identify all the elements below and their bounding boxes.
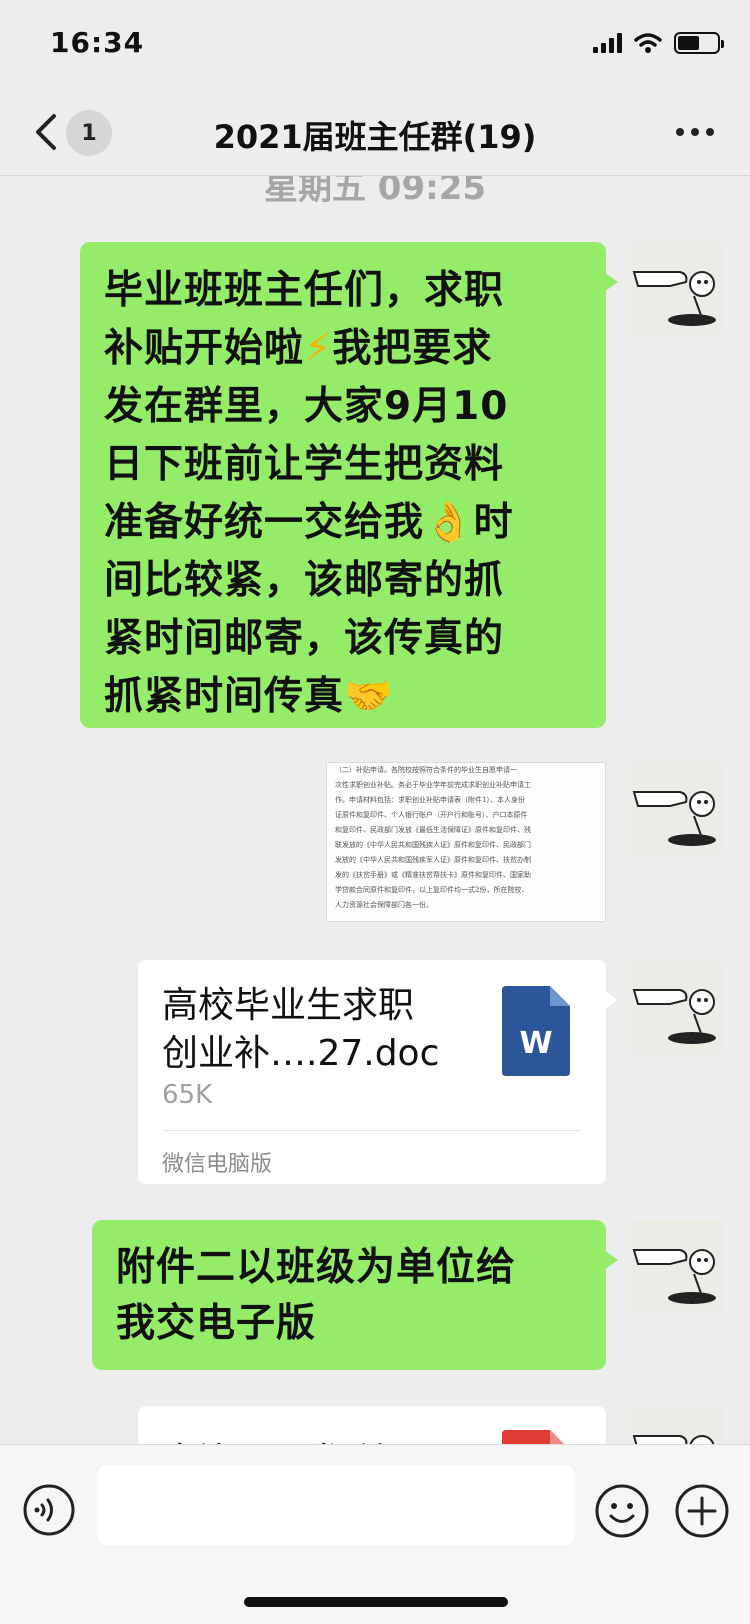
message-line: 附件二以班级为单位给 xyxy=(116,1245,517,1290)
signal-icon xyxy=(593,33,622,53)
avatar[interactable] xyxy=(630,762,724,856)
chat-header: 1 2021届班主任群(19) xyxy=(0,92,750,176)
document-text-line: 学贷款合同原件和复印件，以上复印件均一式2份，所在院校、 xyxy=(335,886,529,894)
message-line: 发在群里，大家9月10 xyxy=(104,384,509,429)
message-line: 间比较紧，该邮寄的抓 xyxy=(104,558,505,603)
file-source: 微信电脑版 xyxy=(162,1152,273,1177)
message-bubble-text[interactable]: 毕业班班主任们，求职 补贴开始啦⚡我把要求 发在群里，大家9月10 日下班前让学… xyxy=(80,242,618,728)
plus-icon[interactable] xyxy=(674,1483,730,1539)
ok-hand-emoji: 👌 xyxy=(424,500,474,545)
more-dots-icon[interactable] xyxy=(676,120,716,144)
document-text-line: 证原件和复印件、个人银行账户（开户行和账号）、户口本原件 xyxy=(335,811,528,819)
document-text-line: 发放的《中华人民共和国残疾军人证》原件和复印件、扶贫办制 xyxy=(335,856,531,864)
message-line: 毕业班班主任们，求职 xyxy=(104,268,505,313)
avatar[interactable] xyxy=(630,960,724,1054)
document-text-line: 发的《扶贫手册》或《精准扶贫帮扶卡》原件和复印件、国家助 xyxy=(335,871,531,879)
document-text-line: 次性求职创业补贴。务必于毕业学年前完成求职创业补贴申请工 xyxy=(335,781,531,789)
message-line: 紧时间邮寄，该传真的 xyxy=(104,616,505,661)
document-text-line: （二）补贴申请。各院校按照符合条件的毕业生自愿申请一 xyxy=(335,766,517,774)
handshake-emoji: 🤝 xyxy=(344,674,394,719)
message-line: 我交电子版 xyxy=(116,1301,317,1346)
avatar[interactable] xyxy=(630,1220,724,1314)
emoji-icon[interactable] xyxy=(594,1483,650,1539)
home-indicator xyxy=(244,1597,508,1607)
message-line: 日下班前让学生把资料 xyxy=(104,442,505,487)
document-text-line: 人力资源社会保障部门各一份。 xyxy=(335,901,433,909)
battery-icon xyxy=(674,32,724,54)
message-bubble-text[interactable]: 附件二以班级为单位给 我交电子版 xyxy=(92,1220,618,1370)
avatar-cartoon-icon xyxy=(630,1220,724,1314)
status-time: 16:34 xyxy=(50,26,145,59)
chat-title: 2021届班主任群(19) xyxy=(213,118,537,156)
message-line: 准备好统一交给我👌时 xyxy=(104,500,514,545)
word-file-icon: W xyxy=(502,986,570,1076)
wifi-icon xyxy=(634,33,662,53)
message-input[interactable] xyxy=(98,1465,574,1545)
status-bar: 16:34 xyxy=(0,0,750,92)
document-text-line: 作。申请材料包括：求职创业补贴申请表（附件1）、本人身份 xyxy=(335,796,525,804)
document-text-line: 和复印件、民政部门发放《最低生活保障证》原件和复印件、残 xyxy=(335,826,531,834)
avatar[interactable] xyxy=(630,242,724,336)
voice-icon[interactable] xyxy=(22,1483,76,1537)
status-icons xyxy=(593,32,724,54)
lightning-emoji: ⚡ xyxy=(304,326,333,371)
document-image-message[interactable]: （二）补贴申请。各院校按照符合条件的毕业生自愿申请一次性求职创业补贴。务必于毕业… xyxy=(326,762,606,922)
avatar-cartoon-icon xyxy=(630,242,724,336)
message-line: 补贴开始啦⚡我把要求 xyxy=(104,326,493,371)
file-name: 高校毕业生求职 创业补….27.doc xyxy=(162,985,440,1074)
divider xyxy=(162,1130,582,1131)
avatar-cartoon-icon xyxy=(630,960,724,1054)
message-line: 抓紧时间传真🤝 xyxy=(104,674,394,719)
file-message-card[interactable]: 高校毕业生求职 创业补….27.doc 65K 微信电脑版 W xyxy=(138,960,618,1184)
document-text-line: 联发放的《中华人民共和国残疾人证》原件和复印件、民政部门 xyxy=(335,841,531,849)
file-size: 65K xyxy=(162,1080,213,1110)
input-bar xyxy=(0,1444,750,1624)
avatar-cartoon-icon xyxy=(630,762,724,856)
